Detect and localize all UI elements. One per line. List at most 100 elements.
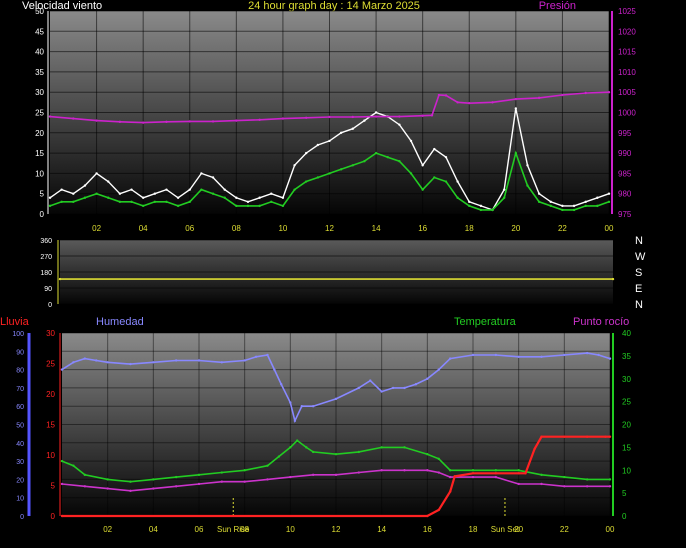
humidity-point: [152, 361, 155, 364]
humidity-ytick-label: 20: [16, 477, 24, 484]
wind-average-point: [293, 188, 296, 191]
wind-ytick-label: 35: [35, 68, 44, 77]
wind-average-point: [572, 208, 576, 212]
wind-ytick-label: 25: [35, 109, 44, 118]
pressure-point: [514, 97, 518, 101]
dewpoint-point: [448, 475, 452, 479]
rain-point: [517, 472, 520, 475]
humidity-point: [60, 368, 64, 371]
temp-ytick-label: 30: [622, 375, 631, 384]
wind-gust-point: [118, 192, 122, 195]
pressure-ytick-label: 1025: [618, 7, 636, 16]
pressure-ytick-label: 1015: [618, 48, 636, 57]
humidity-point: [369, 379, 372, 382]
humidity-point: [266, 353, 269, 357]
pressure-ytick-label: 1000: [618, 109, 636, 118]
humidity-point: [494, 353, 498, 357]
humidity-ytick-label: 80: [16, 368, 24, 375]
wind-average-point: [526, 184, 529, 187]
wind-gust-point: [107, 180, 110, 183]
dewpoint-point: [608, 485, 612, 488]
wind-average-point: [316, 176, 320, 179]
temperature-point: [357, 450, 361, 454]
temperature-point: [517, 469, 520, 472]
wind-gust-point: [176, 196, 180, 199]
wind-gust-point: [188, 188, 191, 191]
wind-average-point: [235, 204, 238, 208]
pressure-point: [211, 120, 215, 123]
rain-ytick-label: 25: [46, 360, 55, 369]
humidity-point: [243, 359, 246, 362]
humidity-ytick-label: 10: [16, 496, 24, 503]
temperature-point: [83, 473, 87, 477]
temperature-point: [311, 450, 315, 454]
temperature-point: [266, 464, 269, 467]
rain-point: [524, 472, 527, 475]
humidity-point: [517, 355, 520, 358]
wind-gust-point: [351, 127, 354, 130]
humidity-point: [220, 361, 224, 364]
weather-xtick-label: 02: [103, 525, 112, 534]
pressure-point: [607, 91, 611, 94]
temperature-point: [174, 475, 178, 479]
humidity-point: [608, 357, 612, 360]
wind-average-point: [153, 200, 157, 204]
humidity-point: [273, 368, 276, 371]
humidity-point: [448, 357, 452, 360]
pressure-ytick-label: 990: [618, 149, 632, 158]
dewpoint-point: [517, 482, 520, 486]
wind-xtick-label: 14: [372, 224, 381, 233]
dewpoint-point: [174, 485, 178, 488]
wind-average-point: [188, 200, 191, 204]
rain-point: [60, 514, 64, 518]
chart-title: 24 hour graph day : 14 Marzo 2025: [248, 0, 420, 12]
pressure-point: [188, 120, 191, 123]
wind-ytick-label: 10: [35, 169, 44, 178]
pressure-ytick-label: 1020: [618, 27, 636, 36]
temperature-point: [72, 464, 75, 467]
pressure-point: [165, 120, 168, 124]
temperature-axis-label: Temperatura: [454, 316, 517, 328]
weather-xtick-label: 16: [423, 525, 432, 534]
wind-average-point: [107, 196, 110, 199]
wind-gust-point: [514, 107, 518, 110]
pressure-point: [118, 120, 122, 124]
wind-average-point: [328, 172, 331, 175]
pressure-point: [437, 93, 441, 97]
wind-xtick-label: 02: [92, 224, 101, 233]
temperature-point: [277, 455, 281, 458]
temperature-point: [289, 446, 292, 449]
wind-gust-point: [572, 204, 576, 208]
wind-average-point: [48, 204, 52, 208]
humidity-point: [334, 397, 338, 401]
humidity-ytick-label: 60: [16, 404, 24, 411]
wind-gust-point: [456, 180, 459, 183]
wind-average-point: [561, 208, 564, 212]
wind-average-point: [596, 204, 599, 208]
pressure-point: [258, 118, 261, 122]
pressure-point: [374, 115, 378, 118]
pressure-point: [491, 101, 494, 104]
temperature-point: [608, 478, 612, 481]
wind-gust-point: [270, 192, 273, 195]
wind-direction-point: [58, 277, 62, 281]
rain-ytick-label: 15: [46, 421, 55, 430]
rain-point: [494, 472, 498, 475]
wind-average-point: [502, 196, 506, 199]
wind-average-point: [607, 200, 611, 204]
wind-gust-point: [339, 131, 343, 134]
compass-label-s: S: [635, 267, 642, 279]
wind-gust-point: [328, 139, 331, 143]
wind-gust-point: [281, 196, 285, 199]
dewpoint-point: [403, 469, 406, 472]
dewpoint-point: [334, 473, 338, 477]
dewpoint-point: [266, 478, 269, 481]
wind-gust-point: [468, 200, 471, 204]
humidity-point: [471, 353, 475, 357]
humidity-point: [293, 419, 297, 423]
wind-gust-point: [526, 164, 529, 167]
dewpoint-point: [129, 489, 132, 493]
wind-xtick-label: 20: [511, 224, 520, 233]
wind-gust-point: [409, 139, 413, 143]
pressure-ytick-label: 975: [618, 210, 632, 219]
